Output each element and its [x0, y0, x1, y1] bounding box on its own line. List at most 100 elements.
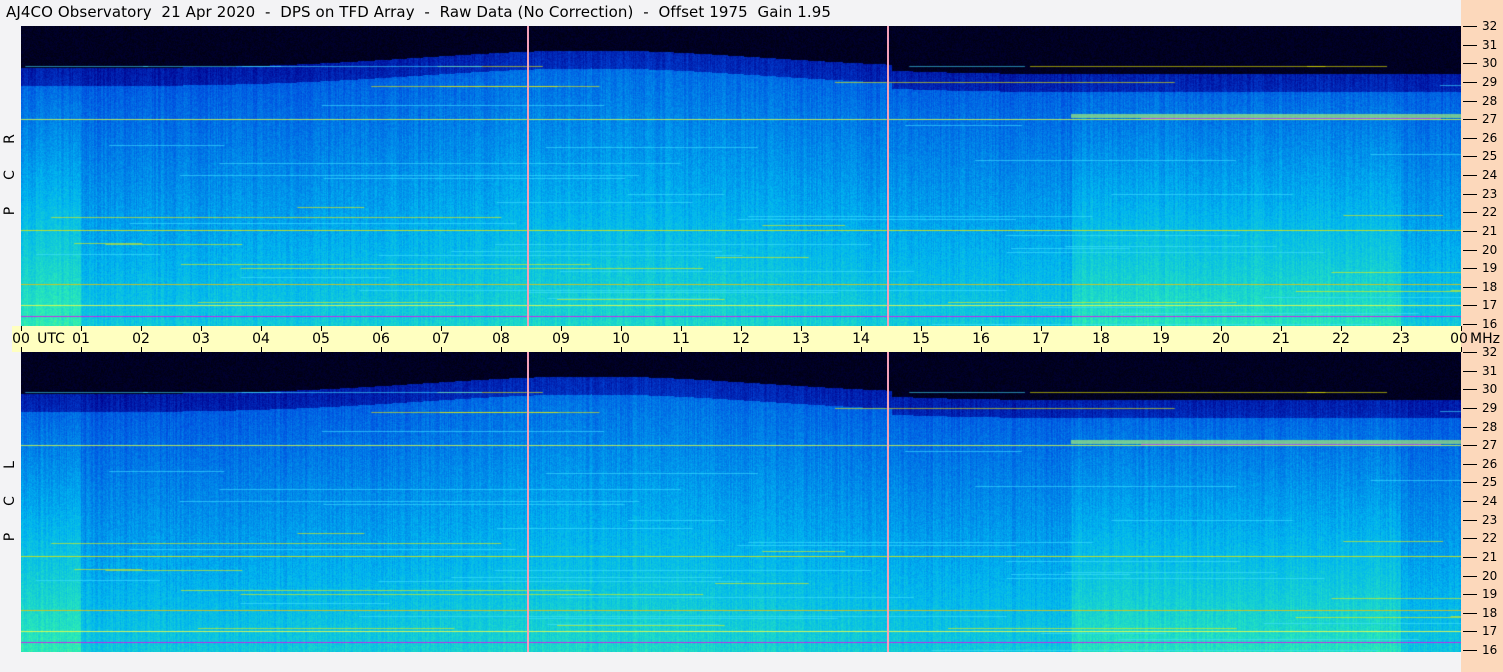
frequency-tick — [1463, 230, 1477, 232]
time-tick — [1101, 347, 1102, 352]
frequency-tick-label: 22 — [1482, 205, 1498, 220]
frequency-tick — [1463, 63, 1477, 65]
time-tick — [81, 347, 82, 352]
frequency-tick — [1463, 268, 1477, 270]
time-tick — [621, 347, 622, 352]
frequency-tick — [1463, 594, 1477, 596]
time-tick-label: 12 — [732, 331, 750, 347]
time-tick — [921, 347, 922, 352]
time-tick — [801, 347, 802, 352]
frequency-tick-label: 28 — [1482, 93, 1498, 108]
time-tick-label: 05 — [312, 331, 330, 347]
frequency-tick-label: 22 — [1482, 531, 1498, 546]
frequency-tick-label: 17 — [1482, 298, 1498, 313]
time-marker-line — [526, 352, 529, 652]
time-marker-line — [886, 352, 889, 652]
frequency-tick — [1463, 370, 1477, 372]
frequency-tick-label: 30 — [1482, 56, 1498, 71]
time-tick-label: 21 — [1272, 331, 1290, 347]
frequency-tick-label: 25 — [1482, 475, 1498, 490]
rcp-spectrogram — [21, 26, 1461, 326]
time-tick — [501, 347, 502, 352]
utc-label: UTC — [37, 331, 65, 347]
frequency-tick-label: 32 — [1482, 345, 1498, 359]
time-tick-label: 10 — [612, 331, 630, 347]
frequency-tick-label: 18 — [1482, 279, 1498, 294]
frequency-tick — [1463, 44, 1477, 46]
frequency-tick — [1463, 324, 1477, 325]
frequency-tick-label: 29 — [1482, 74, 1498, 89]
time-tick-label: 01 — [72, 331, 90, 347]
time-tick — [681, 347, 682, 352]
time-tick-label: 11 — [672, 331, 690, 347]
frequency-tick — [1463, 612, 1477, 614]
frequency-tick-label: 19 — [1482, 261, 1498, 276]
frequency-tick — [1463, 156, 1477, 158]
frequency-tick-label: 17 — [1482, 624, 1498, 639]
time-tick — [261, 347, 262, 352]
frequency-tick-label: 30 — [1482, 382, 1498, 397]
time-tick — [741, 347, 742, 352]
polarization-label-letter: C — [2, 170, 18, 180]
time-tick-label: 03 — [192, 331, 210, 347]
frequency-tick — [1463, 305, 1477, 307]
time-tick-label: 06 — [372, 331, 390, 347]
time-tick-label: 02 — [132, 331, 150, 347]
frequency-tick — [1463, 352, 1477, 353]
frequency-tick — [1463, 407, 1477, 409]
frequency-tick — [1463, 26, 1477, 27]
time-tick-label: 08 — [492, 331, 510, 347]
frequency-tick — [1463, 631, 1477, 633]
time-tick-label: 22 — [1332, 331, 1350, 347]
frequency-tick — [1463, 249, 1477, 251]
frequency-tick-label: 28 — [1482, 419, 1498, 434]
time-tick — [861, 347, 862, 352]
frequency-tick — [1463, 426, 1477, 428]
time-tick — [981, 347, 982, 352]
time-tick-label: 07 — [432, 331, 450, 347]
time-tick-label: 14 — [852, 331, 870, 347]
frequency-tick-label: 21 — [1482, 223, 1498, 238]
chart-title: AJ4CO Observatory 21 Apr 2020 - DPS on T… — [6, 3, 832, 21]
time-tick — [1341, 347, 1342, 352]
frequency-tick-label: 24 — [1482, 494, 1498, 508]
frequency-tick-label: 23 — [1482, 186, 1498, 201]
frequency-tick-label: 21 — [1482, 549, 1498, 564]
frequency-tick — [1463, 212, 1477, 214]
time-marker-line — [886, 26, 889, 326]
time-tick — [381, 347, 382, 352]
frequency-tick — [1463, 538, 1477, 540]
frequency-tick-label: 23 — [1482, 512, 1498, 527]
time-tick — [201, 347, 202, 352]
time-tick — [321, 347, 322, 352]
frequency-tick — [1463, 137, 1477, 139]
time-tick-label: 19 — [1152, 331, 1170, 347]
polarization-label-letter: C — [2, 496, 18, 506]
frequency-tick-label: 27 — [1482, 438, 1498, 453]
time-tick-label: 00 — [1450, 331, 1468, 347]
polarization-label-letter: R — [2, 134, 18, 144]
time-tick — [141, 347, 142, 352]
frequency-tick-label: 16 — [1482, 317, 1498, 331]
time-tick — [441, 347, 442, 352]
time-tick-label: 15 — [912, 331, 930, 347]
frequency-tick — [1463, 286, 1477, 288]
frequency-tick — [1463, 463, 1477, 465]
time-tick — [1161, 347, 1162, 352]
time-marker-line — [526, 26, 529, 326]
frequency-tick-label: 31 — [1482, 37, 1498, 52]
time-tick-label: 20 — [1212, 331, 1230, 347]
time-tick — [1221, 347, 1222, 352]
frequency-tick — [1463, 389, 1477, 391]
frequency-tick — [1463, 482, 1477, 484]
time-tick-label: 04 — [252, 331, 270, 347]
time-tick-label: 09 — [552, 331, 570, 347]
time-tick — [1461, 347, 1462, 352]
time-tick-label: 18 — [1092, 331, 1110, 347]
frequency-tick — [1463, 175, 1477, 176]
frequency-tick — [1463, 575, 1477, 577]
frequency-tick-label: 24 — [1482, 168, 1498, 182]
time-tick-label: 00 — [12, 331, 30, 347]
frequency-tick-label: 16 — [1482, 643, 1498, 657]
time-tick-label: 13 — [792, 331, 810, 347]
